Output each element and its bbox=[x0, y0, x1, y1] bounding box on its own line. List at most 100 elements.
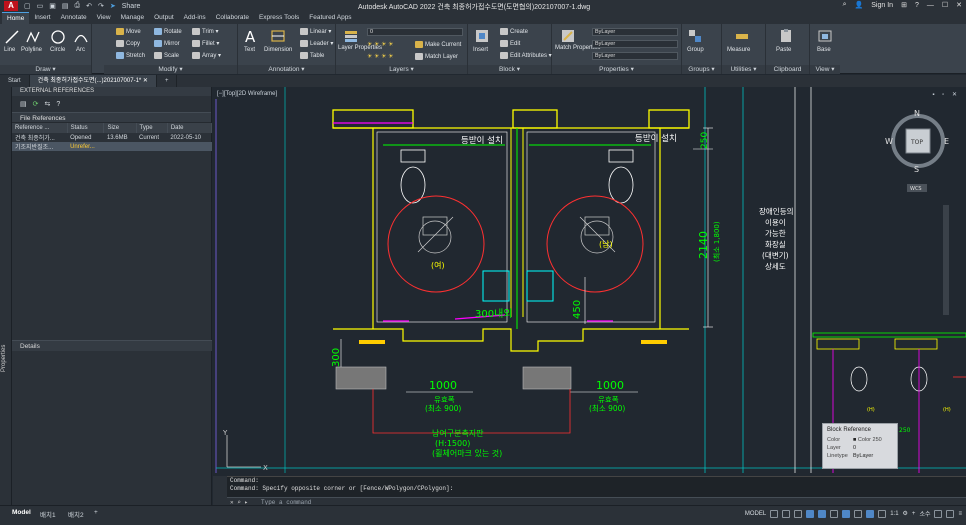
groups-panel-label[interactable]: Groups ▾ bbox=[682, 65, 721, 74]
edit-attributes-button[interactable]: Edit Attributes ▾ bbox=[500, 52, 552, 59]
xref-column-header[interactable]: Reference ... bbox=[12, 123, 68, 133]
ribbon-tab-annotate[interactable]: Annotate bbox=[56, 12, 92, 24]
lineweight-toggle[interactable] bbox=[842, 509, 851, 518]
dimension-icon[interactable] bbox=[270, 28, 286, 44]
layer-dropdown[interactable]: 0 bbox=[367, 28, 463, 36]
modify-panel-label[interactable]: Modify ▾ bbox=[104, 65, 237, 74]
mirror-button[interactable]: Mirror bbox=[154, 40, 180, 47]
annotation-scale[interactable]: 1:1 bbox=[890, 511, 898, 517]
text-icon[interactable]: A bbox=[243, 28, 259, 44]
help-icon[interactable]: ? bbox=[915, 2, 919, 9]
trim-button[interactable]: Trim ▾ bbox=[192, 28, 218, 35]
units-label[interactable]: 소수 bbox=[919, 509, 930, 518]
polyline-icon[interactable] bbox=[25, 29, 41, 45]
base-button[interactable]: Base bbox=[817, 47, 831, 53]
ribbon-tab-collaborate[interactable]: Collaborate bbox=[211, 12, 254, 24]
circle-button[interactable]: Circle bbox=[50, 47, 65, 53]
save-icon[interactable]: ▣ bbox=[49, 2, 56, 10]
drawing-svg[interactable]: Y X 등받이 설치 등받이 설치 (여) (남) 250 2140 (최소 1… bbox=[213, 87, 966, 473]
insert-icon[interactable] bbox=[474, 28, 490, 44]
isolate-toggle[interactable] bbox=[946, 509, 955, 518]
maximize-button[interactable]: ☐ bbox=[942, 1, 948, 9]
plot-icon[interactable]: ⎙ bbox=[75, 2, 81, 10]
measure-icon[interactable] bbox=[734, 28, 750, 44]
block-panel-label[interactable]: Block ▾ bbox=[468, 65, 551, 74]
utilities-panel-label[interactable]: Utilities ▾ bbox=[722, 65, 765, 74]
linear-button[interactable]: Linear ▾ bbox=[300, 28, 331, 35]
paste-icon[interactable] bbox=[778, 28, 794, 44]
minimize-button[interactable]: — bbox=[927, 2, 934, 9]
open-icon[interactable]: ▭ bbox=[37, 2, 44, 10]
arc-icon[interactable] bbox=[73, 29, 89, 45]
ribbon-tab-manage[interactable]: Manage bbox=[116, 12, 150, 24]
annotation-visibility-toggle[interactable] bbox=[878, 509, 887, 518]
tab-drawing[interactable]: 건축 최종허가접수도면(...)202107007-1* ✕ bbox=[29, 75, 157, 87]
quick-properties-toggle[interactable] bbox=[934, 509, 943, 518]
layer-state-icons[interactable]: ☀ ☀ ☀ ☀ bbox=[367, 41, 394, 48]
share-button[interactable]: Share bbox=[122, 3, 141, 10]
transparency-toggle[interactable] bbox=[854, 509, 863, 518]
user-icon[interactable]: 👤 bbox=[855, 1, 864, 9]
ribbon-tab-express-tools[interactable]: Express Tools bbox=[254, 12, 304, 24]
layers-panel-label[interactable]: Layers ▾ bbox=[336, 65, 467, 74]
search-icon[interactable]: ⌕ bbox=[843, 1, 847, 9]
color-dropdown[interactable]: ByLayer bbox=[592, 28, 678, 36]
file-references-header[interactable]: File References bbox=[12, 112, 211, 123]
ortho-toggle[interactable] bbox=[794, 509, 803, 518]
ribbon-tab-add-ins[interactable]: Add-ins bbox=[179, 12, 211, 24]
linetype-dropdown[interactable]: ByLayer bbox=[592, 40, 678, 48]
circle-icon[interactable] bbox=[50, 29, 66, 45]
group-icon[interactable] bbox=[687, 28, 703, 44]
xref-column-header[interactable]: Status bbox=[67, 123, 105, 133]
match-layer-button[interactable]: Match Layer bbox=[415, 53, 458, 60]
customize-icon[interactable]: ≡ bbox=[958, 511, 962, 517]
properties-panel-label[interactable]: Properties ▾ bbox=[552, 65, 681, 74]
view-panel-label[interactable]: View ▾ bbox=[810, 65, 840, 74]
sign-in-button[interactable]: Sign In bbox=[871, 2, 893, 9]
tab-layout1[interactable]: 배치1 bbox=[40, 509, 56, 519]
plus-icon[interactable]: + bbox=[912, 511, 916, 517]
details-header[interactable]: Details bbox=[12, 340, 212, 351]
change-path-icon[interactable]: ⇆ bbox=[45, 100, 51, 108]
attach-icon[interactable]: ▤ bbox=[20, 100, 27, 108]
close-tab-icon[interactable]: ✕ bbox=[143, 78, 148, 84]
snap-toggle[interactable] bbox=[782, 509, 791, 518]
leader-button[interactable]: Leader ▾ bbox=[300, 40, 333, 47]
ribbon-tab-output[interactable]: Output bbox=[149, 12, 179, 24]
arc-button[interactable]: Arc bbox=[76, 47, 85, 53]
osnap-toggle[interactable] bbox=[818, 509, 827, 518]
ribbon-tab-home[interactable]: Home bbox=[2, 12, 30, 24]
copy-button[interactable]: Copy bbox=[116, 40, 140, 47]
refresh-icon[interactable]: ⟳ bbox=[33, 100, 39, 108]
scale-button[interactable]: Scale bbox=[154, 52, 179, 59]
edit-button[interactable]: Edit bbox=[500, 40, 520, 47]
ribbon-tab-featured-apps[interactable]: Featured Apps bbox=[304, 12, 356, 24]
otrack-toggle[interactable] bbox=[830, 509, 839, 518]
clipboard-panel-label[interactable]: Clipboard bbox=[766, 65, 809, 74]
xref-column-header[interactable]: Type bbox=[136, 123, 168, 133]
tab-model[interactable]: Model bbox=[12, 509, 31, 516]
group-button[interactable]: Group bbox=[687, 47, 704, 53]
viewcube-top[interactable]: TOP bbox=[910, 139, 923, 146]
make-current-button[interactable]: Make Current bbox=[415, 41, 461, 48]
xref-row[interactable]: 기조지반질조... Unrefer... bbox=[12, 142, 212, 151]
add-layout-button[interactable]: + bbox=[94, 509, 98, 516]
selection-cycling-toggle[interactable] bbox=[866, 509, 875, 518]
viewport-label[interactable]: [−][Top][2D Wireframe] bbox=[217, 91, 277, 97]
grid-toggle[interactable] bbox=[770, 509, 779, 518]
undo-icon[interactable]: ↶ bbox=[86, 2, 92, 10]
redo-icon[interactable]: ↷ bbox=[98, 2, 104, 10]
polyline-button[interactable]: Polyline bbox=[21, 47, 42, 53]
ribbon-tab-view[interactable]: View bbox=[92, 12, 116, 24]
table-button[interactable]: Table bbox=[300, 52, 324, 59]
tab-layout2[interactable]: 배치2 bbox=[68, 509, 84, 519]
stretch-button[interactable]: Stretch bbox=[116, 52, 145, 59]
properties-palette-tab[interactable]: Properties bbox=[1, 345, 7, 372]
viewcube[interactable]: TOP N S W E WCS bbox=[885, 109, 949, 192]
wcs-button[interactable]: WCS bbox=[910, 186, 922, 192]
ribbon-tab-insert[interactable]: Insert bbox=[29, 12, 55, 24]
xref-column-header[interactable]: Size bbox=[103, 123, 137, 133]
dimension-button[interactable]: Dimension bbox=[264, 47, 292, 53]
xref-column-header[interactable]: Date bbox=[167, 123, 213, 133]
rotate-button[interactable]: Rotate bbox=[154, 28, 182, 35]
